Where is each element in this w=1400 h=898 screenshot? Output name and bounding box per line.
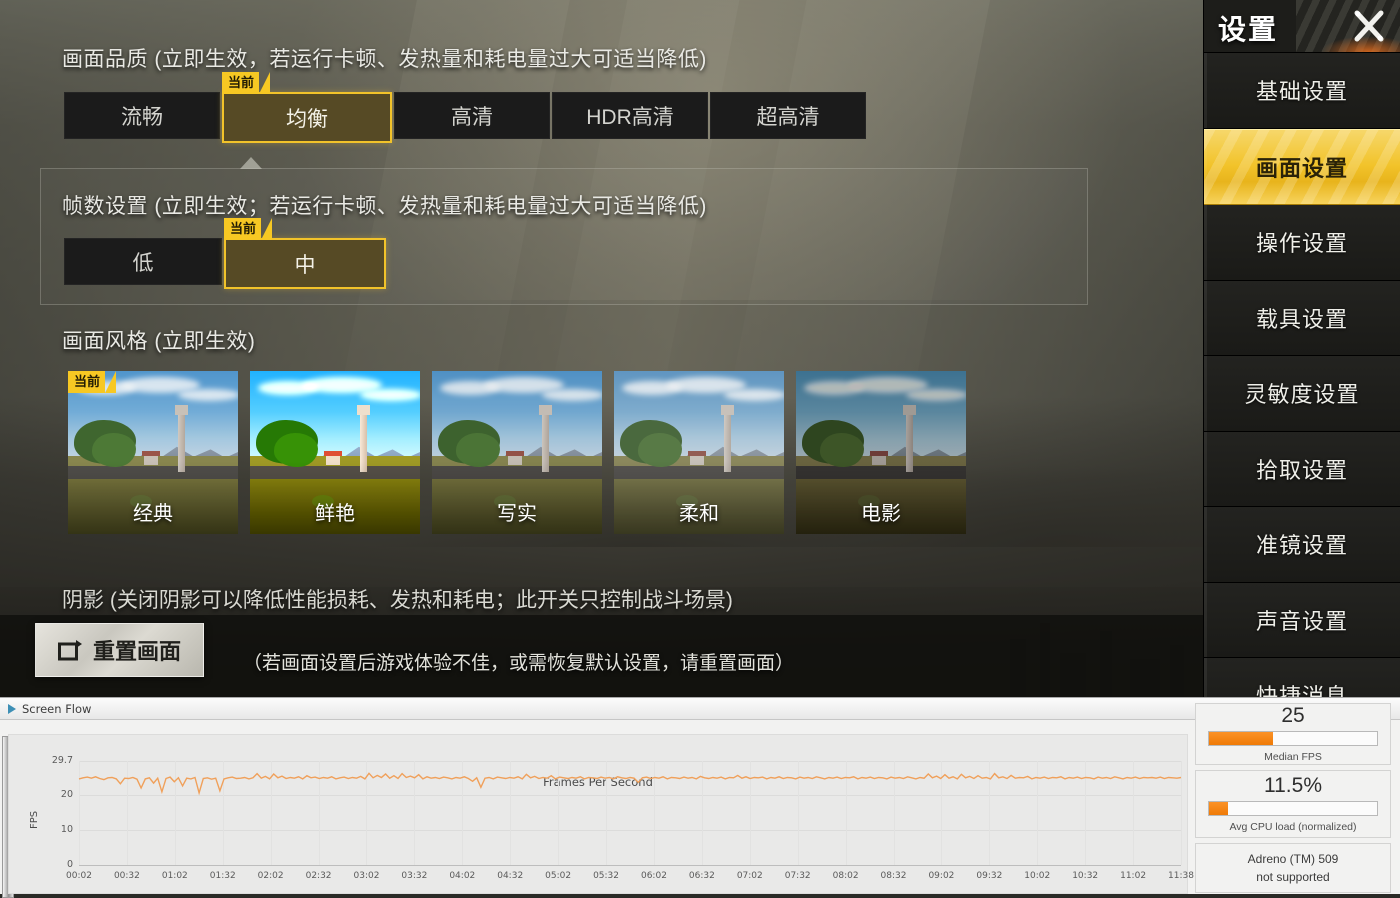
- style-thumb-label: 写实: [432, 497, 602, 526]
- quality-option-row: 流畅 当前 均衡 高清 HDR高清 超高清: [64, 92, 868, 143]
- close-x-icon: [1348, 6, 1390, 46]
- quality-option-label: 超高清: [757, 101, 820, 131]
- sidebar-item-6[interactable]: 准镜设置: [1204, 507, 1400, 583]
- gpu-support-card: Adreno (TM) 509not supported: [1195, 843, 1391, 893]
- quality-option-0[interactable]: 流畅: [64, 92, 220, 139]
- quality-option-3[interactable]: HDR高清: [552, 92, 708, 139]
- sidebar-item-5[interactable]: 拾取设置: [1204, 432, 1400, 508]
- screen-flow-tab-label: Screen Flow: [22, 702, 91, 716]
- sidebar-item-label: 拾取设置: [1256, 453, 1348, 485]
- framerate-option-0[interactable]: 低: [64, 238, 222, 285]
- sidebar-item-label: 灵敏度设置: [1244, 377, 1359, 409]
- fps-line-series: [9, 735, 1187, 893]
- style-thumb-label: 经典: [68, 497, 238, 526]
- framerate-section-title: 帧数设置 (立即生效；若运行卡顿、发热量和耗电量过大可适当降低): [62, 190, 707, 220]
- quality-option-label: 高清: [451, 101, 493, 131]
- stat-cards: 25 Median FPS 11.5% Avg CPU load (normal…: [1192, 700, 1398, 890]
- median-fps-caption: Median FPS: [1264, 751, 1322, 763]
- quality-option-2[interactable]: 高清: [394, 92, 550, 139]
- screen-flow-tab[interactable]: Screen Flow: [0, 698, 1400, 720]
- framerate-option-label: 低: [133, 247, 154, 277]
- shadow-section-title: 阴影 (关闭阴影可以降低性能损耗、发热和耗电；此开关只控制战斗场景): [62, 584, 733, 614]
- sidebar-item-3[interactable]: 载具设置: [1204, 281, 1400, 357]
- framerate-option-label: 中: [295, 249, 316, 279]
- style-thumb-3[interactable]: 柔和: [614, 371, 784, 534]
- reset-screen-icon: [58, 639, 84, 661]
- sidebar-item-1[interactable]: 画面设置: [1204, 129, 1400, 206]
- cpu-load-value: 11.5%: [1264, 775, 1322, 797]
- sidebar-item-label: 基础设置: [1256, 74, 1348, 106]
- style-thumb-label: 柔和: [614, 497, 784, 526]
- style-thumb-label: 鲜艳: [250, 497, 420, 526]
- quality-option-4[interactable]: 超高清: [710, 92, 866, 139]
- quality-option-label: HDR高清: [586, 101, 674, 131]
- cpu-load-caption: Avg CPU load (normalized): [1229, 821, 1356, 833]
- sidebar-item-2[interactable]: 操作设置: [1204, 205, 1400, 281]
- median-fps-value: 25: [1281, 705, 1304, 727]
- sidebar-item-list: 基础设置画面设置操作设置载具设置灵敏度设置拾取设置准镜设置声音设置快捷消息: [1204, 53, 1400, 734]
- sidebar-item-0[interactable]: 基础设置: [1204, 53, 1400, 129]
- performance-window: Screen Flow Frames Per Second 0102029.7F…: [0, 697, 1400, 894]
- style-thumb-4[interactable]: 电影: [796, 371, 966, 534]
- current-badge: 当前: [222, 72, 259, 94]
- sidebar-item-label: 操作设置: [1256, 226, 1348, 258]
- close-button[interactable]: [1348, 6, 1390, 46]
- reset-note: （若画面设置后游戏体验不佳，或需恢复默认设置，请重置画面）: [243, 648, 794, 675]
- quality-option-label: 流畅: [121, 101, 163, 131]
- sidebar-item-label: 声音设置: [1256, 604, 1348, 636]
- current-badge: 当前: [224, 218, 261, 240]
- sidebar-item-4[interactable]: 灵敏度设置: [1204, 356, 1400, 432]
- graphics-settings-panel: 画面品质 (立即生效，若运行卡顿、发热量和耗电量过大可适当降低) 流畅 当前 均…: [0, 0, 1204, 697]
- style-thumbnail-row: 当前 经典 鲜艳: [68, 371, 966, 534]
- performance-body: Frames Per Second 0102029.7FPS00:0200:32…: [0, 720, 1400, 894]
- style-section-title: 画面风格 (立即生效): [62, 325, 255, 355]
- style-thumb-2[interactable]: 写实: [432, 371, 602, 534]
- median-fps-card: 25 Median FPS: [1195, 703, 1391, 765]
- settings-sidebar: 设置 基础设置画面设置操作设置载具设置灵敏度设置拾取设置准镜设置声音设置快捷消息: [1203, 0, 1400, 697]
- reset-screen-button[interactable]: 重置画面: [35, 623, 204, 677]
- cpu-load-bar-fill: [1209, 802, 1228, 815]
- sidebar-item-label: 载具设置: [1256, 302, 1348, 334]
- style-thumb-1[interactable]: 鲜艳: [250, 371, 420, 534]
- style-thumb-0[interactable]: 当前 经典: [68, 371, 238, 534]
- quality-option-label: 均衡: [286, 103, 328, 133]
- chart-plot-area: 0102029.7FPS00:0200:3201:0201:3202:0202:…: [9, 735, 1187, 893]
- sidebar-item-label: 准镜设置: [1256, 528, 1348, 560]
- framerate-option-row: 低 当前 中: [64, 238, 388, 289]
- median-fps-bar: [1208, 731, 1378, 746]
- cpu-load-bar: [1208, 801, 1378, 816]
- fps-chart: Frames Per Second 0102029.7FPS00:0200:32…: [8, 734, 1188, 894]
- sidebar-item-label: 画面设置: [1256, 151, 1348, 183]
- sidebar-header: 设置: [1204, 0, 1400, 53]
- gpu-support-text: Adreno (TM) 509not supported: [1248, 850, 1339, 886]
- quality-section-title: 画面品质 (立即生效，若运行卡顿、发热量和耗电量过大可适当降低): [62, 43, 707, 73]
- settings-title: 设置: [1218, 8, 1278, 48]
- median-fps-bar-fill: [1209, 732, 1273, 745]
- style-thumb-label: 电影: [796, 497, 966, 526]
- reset-screen-label: 重置画面: [93, 634, 181, 666]
- cpu-load-card: 11.5% Avg CPU load (normalized): [1195, 770, 1391, 838]
- current-badge: 当前: [68, 371, 105, 393]
- quality-option-1[interactable]: 当前 均衡: [222, 92, 392, 143]
- play-triangle-icon: [8, 704, 16, 714]
- framerate-option-1[interactable]: 当前 中: [224, 238, 386, 289]
- sidebar-item-7[interactable]: 声音设置: [1204, 583, 1400, 659]
